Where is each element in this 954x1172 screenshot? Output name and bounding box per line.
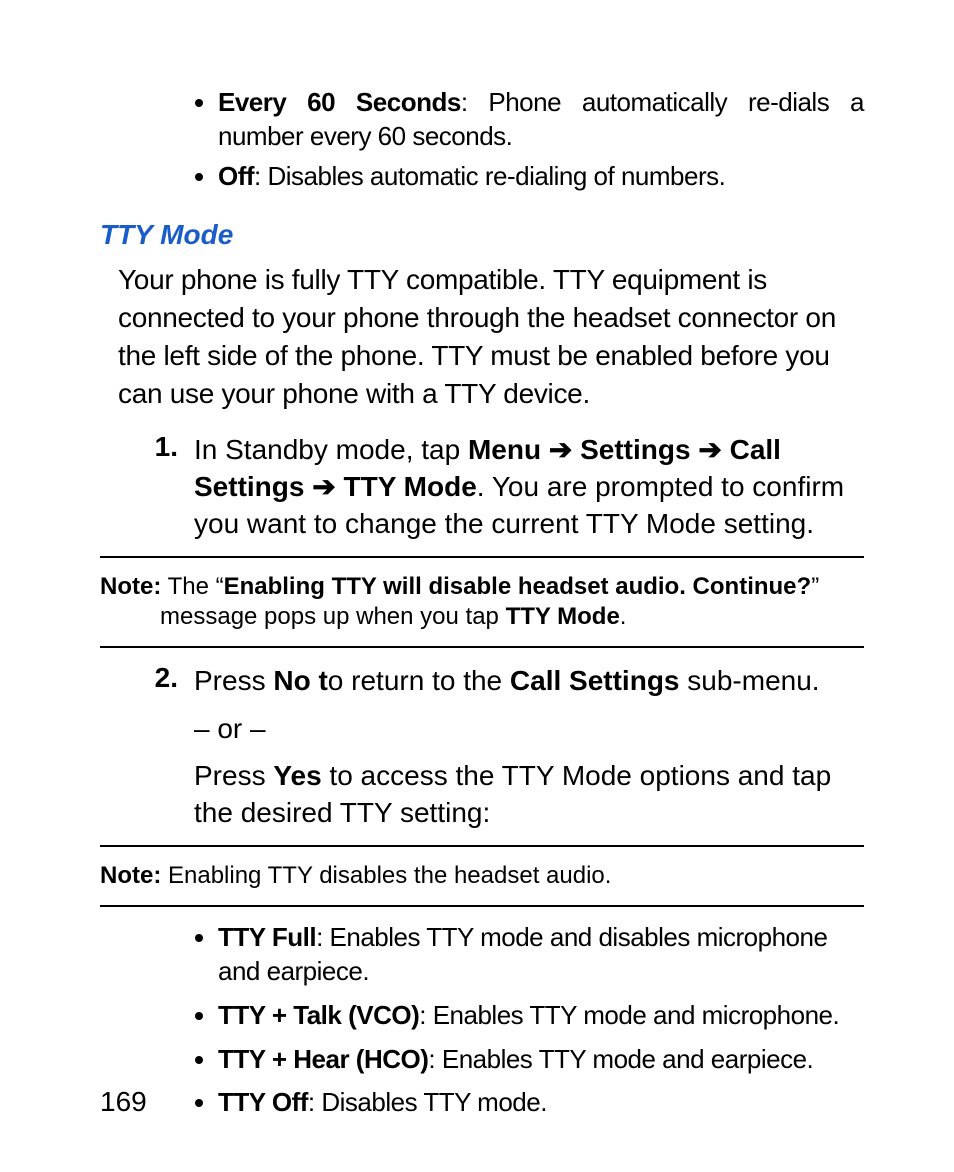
bullet-lead: Off	[218, 161, 254, 191]
option-rest: : Disables TTY mode.	[308, 1087, 547, 1117]
manual-page: Every 60 Seconds: Phone automatically re…	[0, 0, 954, 1172]
divider	[100, 905, 864, 907]
steps-list-2: 2. Press No to return to the Call Settin…	[128, 662, 864, 831]
option-lead: TTY + Hear (HCO)	[218, 1044, 428, 1074]
note-label: Note:	[100, 862, 161, 889]
or-separator: – or –	[194, 710, 864, 747]
option-lead: TTY Off	[218, 1087, 308, 1117]
page-number: 169	[100, 1086, 147, 1118]
divider	[100, 556, 864, 558]
bullet-lead: Every 60 Seconds	[218, 87, 461, 117]
tty-options-list: TTY Full: Enables TTY mode and disables …	[190, 921, 864, 1120]
list-item: Off: Disables automatic re-dialing of nu…	[218, 160, 864, 194]
step-number: 1.	[128, 431, 194, 543]
step2-line1: Press No to return to the Call Settings …	[194, 662, 864, 699]
divider	[100, 646, 864, 648]
option-rest: : Enables TTY mode and earpiece.	[428, 1044, 813, 1074]
step-content: In Standby mode, tap Menu ➔ Settings ➔ C…	[194, 431, 864, 543]
list-item: TTY + Hear (HCO): Enables TTY mode and e…	[218, 1043, 864, 1077]
note-1: Note: The “Enabling TTY will disable hea…	[100, 572, 864, 632]
option-lead: TTY + Talk (VCO)	[218, 1000, 419, 1030]
list-item: TTY Off: Disables TTY mode.	[218, 1086, 864, 1120]
bullet-rest: : Disables automatic re-dialing of numbe…	[254, 161, 725, 191]
option-lead: TTY Full	[218, 922, 316, 952]
list-item: TTY + Talk (VCO): Enables TTY mode and m…	[218, 999, 864, 1033]
redial-bullet-list: Every 60 Seconds: Phone automatically re…	[190, 86, 864, 193]
note-2: Note: Enabling TTY disables the headset …	[100, 861, 864, 891]
menu-path-tty-mode: TTY Mode	[344, 471, 477, 502]
note-label: Note:	[100, 573, 161, 600]
menu-path-settings: Settings	[580, 434, 690, 465]
arrow-icon: ➔	[304, 471, 343, 502]
option-rest: : Enables TTY mode and microphone.	[419, 1000, 839, 1030]
section-heading-tty-mode: TTY Mode	[100, 219, 864, 251]
step-1: 1. In Standby mode, tap Menu ➔ Settings …	[128, 431, 864, 543]
arrow-icon: ➔	[691, 434, 730, 465]
divider	[100, 845, 864, 847]
arrow-icon: ➔	[541, 434, 580, 465]
step2-line2: Press Yes to access the TTY Mode options…	[194, 757, 864, 831]
note-bold-tty-mode: TTY Mode	[506, 603, 620, 630]
list-item: Every 60 Seconds: Phone automatically re…	[218, 86, 864, 154]
list-item: TTY Full: Enables TTY mode and disables …	[218, 921, 864, 989]
step-number: 2.	[128, 662, 194, 831]
note-bold-message: Enabling TTY will disable headset audio.…	[224, 573, 812, 600]
menu-path-menu: Menu	[468, 434, 541, 465]
intro-paragraph: Your phone is fully TTY compatible. TTY …	[118, 261, 854, 412]
steps-list: 1. In Standby mode, tap Menu ➔ Settings …	[128, 431, 864, 543]
step-content: Press No to return to the Call Settings …	[194, 662, 864, 831]
step-2: 2. Press No to return to the Call Settin…	[128, 662, 864, 831]
